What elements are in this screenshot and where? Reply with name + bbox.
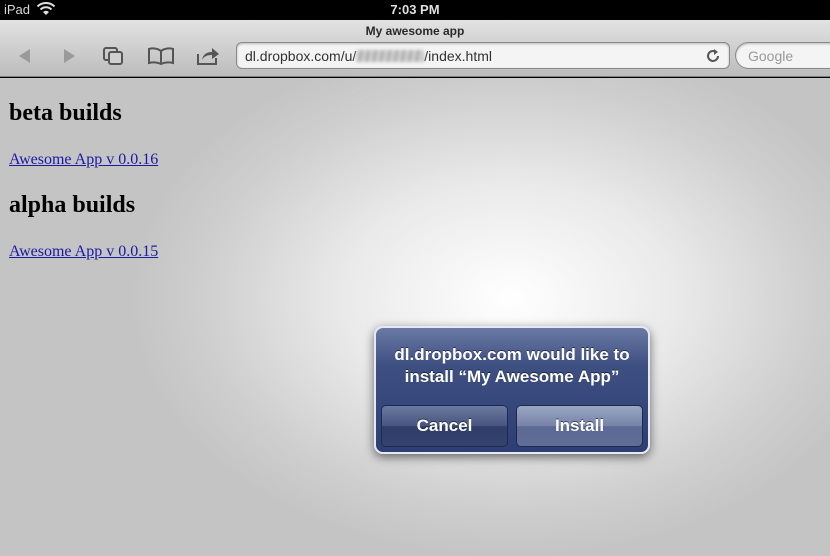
alert-message: dl.dropbox.com would like to install “My… <box>376 344 648 388</box>
url-suffix: /index.html <box>424 48 492 64</box>
page-content: beta builds Awesome App v 0.0.16 alpha b… <box>0 78 830 556</box>
clock: 7:03 PM <box>390 2 440 17</box>
install-button[interactable]: Install <box>516 405 643 447</box>
share-button[interactable] <box>193 44 223 68</box>
alert-message-line2: install “My Awesome App” <box>404 367 620 386</box>
browser-toolbar: My awesome app dl.dropbox.com/u/ /index.h… <box>0 20 830 77</box>
status-bar: iPad 7:03 PM <box>0 0 830 20</box>
alpha-build-link[interactable]: Awesome App v 0.0.15 <box>9 243 158 261</box>
pages-icon <box>103 47 123 65</box>
address-bar[interactable]: dl.dropbox.com/u/ /index.html <box>236 42 730 69</box>
search-placeholder: Google <box>748 48 794 64</box>
bookmarks-button[interactable] <box>146 44 176 68</box>
install-alert-dialog: dl.dropbox.com would like to install “My… <box>374 326 650 454</box>
share-icon <box>197 48 219 65</box>
back-button[interactable] <box>10 44 40 68</box>
pages-button[interactable] <box>98 44 128 68</box>
beta-builds-heading: beta builds <box>9 100 122 126</box>
reload-icon[interactable] <box>705 48 721 64</box>
alpha-builds-heading: alpha builds <box>9 192 136 218</box>
forward-button[interactable] <box>54 44 84 68</box>
book-icon <box>148 47 174 65</box>
cancel-button[interactable]: Cancel <box>381 405 508 447</box>
back-arrow-icon <box>19 49 30 63</box>
page-title: My awesome app <box>365 24 465 38</box>
alert-message-line1: dl.dropbox.com would like to <box>394 345 630 364</box>
search-field[interactable]: Google <box>735 42 830 69</box>
beta-build-link[interactable]: Awesome App v 0.0.16 <box>9 151 158 169</box>
redacted-url-segment <box>356 50 425 62</box>
forward-arrow-icon <box>64 49 75 63</box>
url-prefix: dl.dropbox.com/u/ <box>245 48 357 64</box>
